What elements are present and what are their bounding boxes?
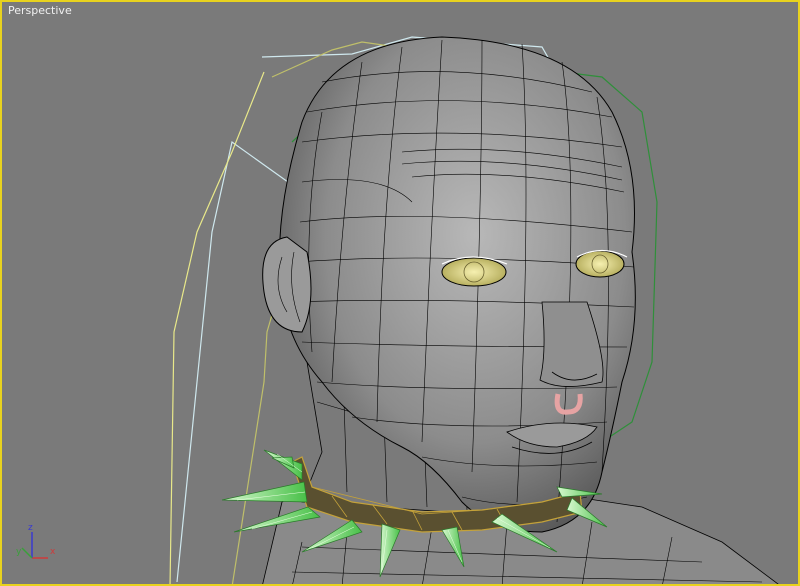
perspective-viewport[interactable]: Perspective x z y [0, 0, 800, 586]
ear-mesh [262, 236, 312, 333]
viewport-label[interactable]: Perspective [8, 4, 72, 17]
axis-tripod: x z y [16, 523, 56, 559]
x-axis-label: x [50, 547, 56, 557]
y-axis-line [21, 547, 33, 559]
z-axis-label: z [28, 523, 33, 533]
scene-canvas[interactable]: x z y [2, 2, 798, 584]
y-axis-label: y [16, 547, 22, 557]
